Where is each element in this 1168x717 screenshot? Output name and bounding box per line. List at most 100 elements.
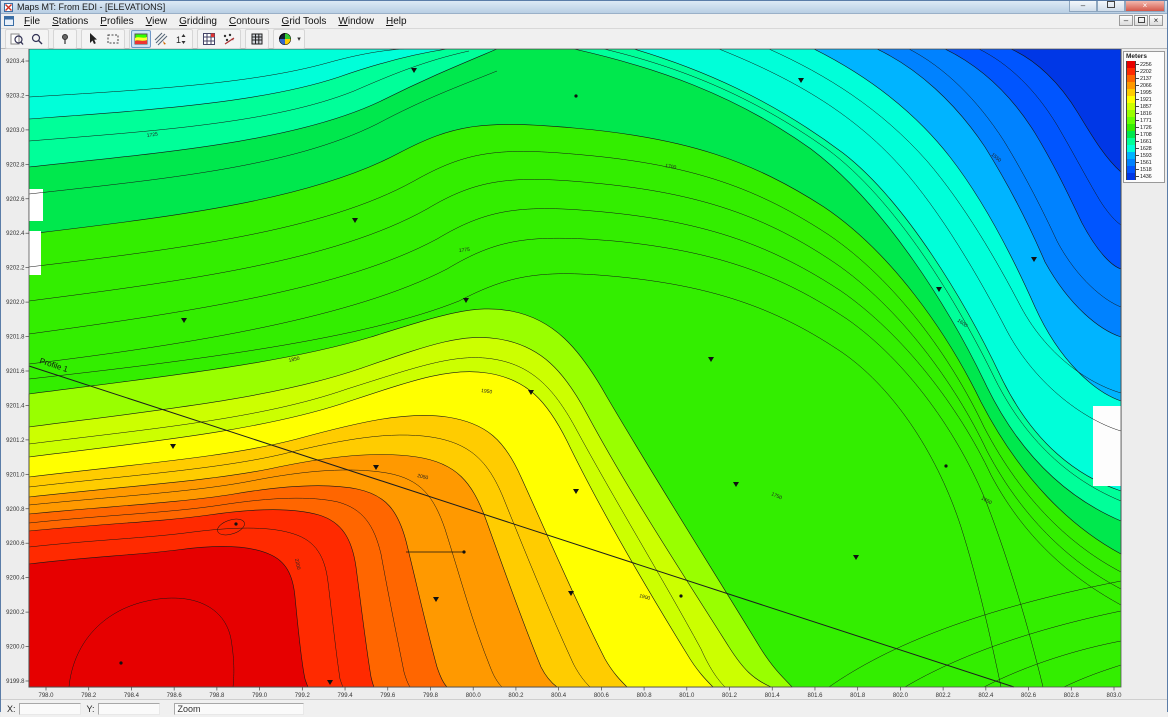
select-rectangle-tool-button[interactable] — [103, 30, 123, 48]
grid-tools-button[interactable] — [199, 30, 219, 48]
y-tick-label: 9202.8 — [6, 162, 25, 168]
status-bar: X: Y: Zoom — [1, 699, 1167, 717]
map-3d-button[interactable] — [275, 30, 295, 48]
legend-entry: 1816 — [1126, 110, 1163, 117]
legend-color-swatch — [1126, 96, 1136, 103]
worksheet-table-icon — [250, 32, 264, 46]
y-tick-label: 9202.2 — [6, 266, 25, 272]
legend-entry: 2256 — [1126, 61, 1163, 68]
legend-value: 1995 — [1139, 90, 1151, 96]
y-tick-label: 9203.2 — [6, 93, 25, 99]
legend-color-swatch — [1126, 124, 1136, 131]
station-pin-tool-button[interactable] — [55, 30, 75, 48]
legend-value: 1436 — [1139, 174, 1151, 180]
zoom-in-tool-button[interactable] — [7, 30, 27, 48]
status-y-label: Y: — [87, 704, 95, 714]
y-tick-label: 9203.4 — [6, 59, 25, 65]
map-3d-dropdown-caret[interactable]: ▾ — [295, 35, 303, 43]
menu-view[interactable]: View — [140, 15, 174, 28]
legend-value: 1921 — [1139, 97, 1151, 103]
x-tick-label: 801.8 — [850, 693, 866, 699]
mdi-close-button[interactable]: × — [1149, 15, 1163, 26]
x-tick-label: 802.6 — [1021, 693, 1037, 699]
x-tick-label: 800.4 — [551, 693, 567, 699]
x-tick-label: 800.6 — [594, 693, 610, 699]
menu-file[interactable]: File — [18, 15, 46, 28]
legend-color-swatch — [1126, 138, 1136, 145]
maximize-button[interactable] — [1097, 1, 1125, 12]
legend-value: 2137 — [1139, 76, 1151, 82]
menu-bar: FileStationsProfilesViewGriddingContours… — [1, 14, 1167, 29]
x-tick-label: 800.2 — [508, 693, 524, 699]
profile-hatch-toggle-button[interactable] — [151, 30, 171, 48]
station-marker[interactable] — [574, 94, 577, 97]
y-tick-label: 9200.6 — [6, 541, 25, 547]
window-title: Maps MT: From EDI - [ELEVATIONS] — [17, 2, 165, 12]
menu-stations[interactable]: Stations — [46, 15, 94, 28]
status-x-label: X: — [7, 704, 16, 714]
status-zoom-field: Zoom — [174, 703, 304, 715]
x-tick-label: 803.0 — [1106, 693, 1122, 699]
station-marker[interactable] — [679, 594, 682, 597]
legend-color-swatch — [1126, 68, 1136, 75]
x-tick-label: 799.6 — [380, 693, 396, 699]
y-tick-label: 9201.0 — [6, 472, 25, 478]
x-tick-label: 798.8 — [209, 693, 225, 699]
station-marker[interactable] — [462, 550, 465, 553]
toolbar: 1 ▾ — [1, 29, 1167, 49]
menu-grid-tools[interactable]: Grid Tools — [276, 15, 333, 28]
legend-entry: 2066 — [1126, 82, 1163, 89]
legend-value: 1661 — [1139, 139, 1151, 145]
legend-entry: 1593 — [1126, 152, 1163, 159]
legend-value: 1518 — [1139, 167, 1151, 173]
contour-map-toggle-button[interactable] — [131, 30, 151, 48]
legend-entry: 1518 — [1126, 166, 1163, 173]
worksheet-button[interactable] — [247, 30, 267, 48]
x-axis: 798.0798.2798.4798.6798.8799.0799.2799.4… — [38, 687, 1122, 699]
select-arrow-tool-button[interactable] — [83, 30, 103, 48]
legend-color-swatch — [1126, 103, 1136, 110]
contour-value-label: 1775 — [459, 247, 471, 254]
legend-rows: 2256220221372066199519211857181617711726… — [1126, 61, 1163, 180]
y-tick-label: 9200.0 — [6, 645, 25, 651]
legend-entry: 1661 — [1126, 138, 1163, 145]
legend-value: 1708 — [1139, 132, 1151, 138]
legend-entry: 1857 — [1126, 103, 1163, 110]
y-axis: 9203.49203.29203.09202.89202.69202.49202… — [6, 59, 29, 685]
minimize-button[interactable]: – — [1069, 1, 1097, 12]
legend-entry: 1628 — [1126, 145, 1163, 152]
menu-contours[interactable]: Contours — [223, 15, 276, 28]
x-tick-label: 801.6 — [807, 693, 823, 699]
station-marker[interactable] — [119, 661, 122, 664]
zoom-tool-button[interactable] — [27, 30, 47, 48]
x-tick-label: 799.4 — [338, 693, 354, 699]
grid-window-icon — [202, 32, 216, 46]
close-button[interactable]: × — [1125, 1, 1165, 12]
x-tick-label: 802.0 — [893, 693, 909, 699]
elevation-legend: Meters 225622022137206619951921185718161… — [1123, 51, 1165, 183]
legend-value: 2256 — [1139, 62, 1151, 68]
x-tick-label: 798.6 — [167, 693, 183, 699]
legend-value: 1561 — [1139, 160, 1151, 166]
menu-gridding[interactable]: Gridding — [173, 15, 223, 28]
menu-profiles[interactable]: Profiles — [94, 15, 139, 28]
legend-title: Meters — [1126, 53, 1163, 60]
x-tick-label: 798.4 — [124, 693, 140, 699]
y-tick-label: 9200.8 — [6, 507, 25, 513]
menu-help[interactable]: Help — [380, 15, 413, 28]
sort-levels-tool-button[interactable]: 1 — [171, 30, 191, 48]
sort-levels-icon: 1 — [174, 32, 188, 46]
mdi-restore-button[interactable] — [1134, 15, 1148, 26]
legend-value: 2066 — [1139, 83, 1151, 89]
y-tick-label: 9199.8 — [6, 679, 25, 685]
mdi-minimize-button[interactable]: – — [1119, 15, 1133, 26]
y-tick-label: 9202.0 — [6, 300, 25, 306]
contour-map-canvas[interactable]: Profile 1 172517001550177518501600195020… — [1, 49, 1168, 699]
legend-color-swatch — [1126, 82, 1136, 89]
legend-value: 1726 — [1139, 125, 1151, 131]
post-map-button[interactable] — [219, 30, 239, 48]
title-bar: Maps MT: From EDI - [ELEVATIONS] – × — [1, 1, 1167, 14]
station-marker[interactable] — [944, 464, 947, 467]
station-marker[interactable] — [234, 522, 237, 525]
menu-window[interactable]: Window — [332, 15, 380, 28]
